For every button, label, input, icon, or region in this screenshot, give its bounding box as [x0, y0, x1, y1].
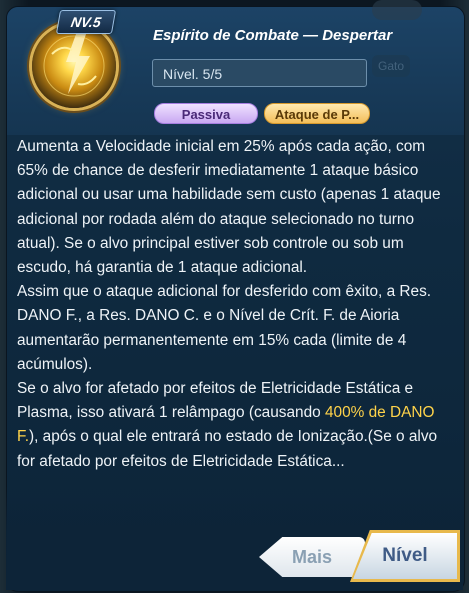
- skill-description: Aumenta a Velocidade inicial em 25% após…: [17, 135, 455, 474]
- passive-tag: Passiva: [154, 103, 258, 124]
- skill-level-field: Nível. 5/5: [152, 59, 367, 87]
- skill-title: Espírito de Combate — Despertar: [153, 27, 393, 44]
- description-paragraph-1: Aumenta a Velocidade inicial em 25% após…: [17, 138, 441, 277]
- lightning-fighter-icon: [43, 34, 105, 97]
- skill-level-badge: NV.5: [55, 10, 117, 34]
- attack-type-tag: Ataque de P...: [264, 103, 370, 124]
- description-paragraph-3: Se o alvo for afetado por efeitos de Ele…: [17, 377, 455, 474]
- skill-icon: [32, 24, 116, 108]
- background-button: Gato: [372, 55, 410, 77]
- description-paragraph-2: Assim que o ataque adicional for desferi…: [17, 283, 432, 373]
- background-top-button: [372, 0, 422, 20]
- description-text: ), após o qual ele entrará no estado de …: [17, 428, 438, 470]
